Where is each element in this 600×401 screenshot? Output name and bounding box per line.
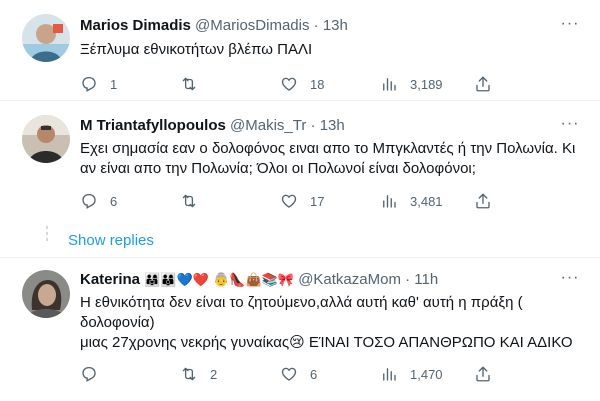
user-handle[interactable]: @MariosDimadis [195,17,309,34]
reply-count: 1 [110,76,118,92]
reply-button[interactable]: 6 [80,191,117,211]
like-count: 18 [310,76,325,92]
more-options-button[interactable]: ··· [557,16,583,38]
reply-button[interactable] [80,364,110,384]
reply-icon [82,193,96,209]
reply-count: 6 [110,193,118,209]
avatar-image [22,270,70,318]
views-button[interactable]: 3,189 [380,74,443,94]
views-icon [383,78,396,91]
timestamp[interactable]: 11h [414,271,438,288]
views-icon [383,368,396,381]
views-button[interactable]: 1,470 [380,364,443,384]
like-count: 6 [310,366,318,382]
retweet-icon [182,194,196,208]
thread-connector [46,238,48,241]
tweet-text-line: Εχει σημασία εαν ο δολοφόνος ειναι απο τ… [80,140,576,157]
tweet-text-line: δολοφονία) [80,314,155,331]
retweet-button[interactable] [180,74,210,94]
show-replies-link[interactable]: Show replies [68,231,154,251]
like-icon [281,77,297,91]
share-icon [476,193,490,209]
tweet-3[interactable]: Katerina 👨‍👩‍👧👨‍👩‍👦💙❤️ 👵👠👜📚🎀 @KatkazaMom… [0,258,600,401]
display-name[interactable]: Katerina [80,271,140,288]
separator-dot: · [405,271,411,288]
timestamp[interactable]: 13h [320,117,345,134]
like-icon [281,367,297,381]
tweet-text-line: Η εθνικότητα δεν είναι το ζητούμενο,αλλά… [80,294,523,311]
tweet-text-line: μιας 27χρονης νεκρής γυναίκας😢 ΕΊΝΑΙ ΤΟΣ… [80,334,573,351]
tweet-actions: 1 18 3,189 [80,74,500,94]
like-count: 17 [310,193,325,209]
name-emojis: 👨‍👩‍👧👨‍👩‍👦💙❤️ 👵👠👜📚🎀 [144,273,295,288]
like-button[interactable]: 17 [280,191,324,211]
display-name[interactable]: M Triantafyllopoulos [80,117,226,134]
display-name[interactable]: Marios Dimadis [80,17,191,34]
tweet-header: Katerina 👨‍👩‍👧👨‍👩‍👦💙❤️ 👵👠👜📚🎀 @KatkazaMom… [80,270,438,291]
separator-dot: · [310,117,316,134]
tweet-header: M Triantafyllopoulos @Makis_Tr · 13h [80,116,345,136]
tweet-actions: 2 6 1,470 [80,364,500,384]
view-count: 1,470 [410,366,443,382]
avatar-image [22,14,70,62]
reply-button[interactable]: 1 [80,74,117,94]
avatar-image [22,115,70,163]
avatar[interactable] [22,14,70,62]
like-icon [281,194,297,208]
views-icon [383,195,396,208]
view-count: 3,481 [410,193,443,209]
timestamp[interactable]: 13h [323,17,348,34]
share-icon [476,366,490,382]
retweet-button[interactable] [180,191,210,211]
tweet-text: Η εθνικότητα δεν είναι το ζητούμενο,αλλά… [80,293,590,353]
user-handle[interactable]: @Makis_Tr [230,117,306,134]
views-button[interactable]: 3,481 [380,191,443,211]
tweet-text: Εχει σημασία εαν ο δολοφόνος ειναι απο τ… [80,139,590,179]
avatar[interactable] [22,270,70,318]
like-button[interactable]: 18 [280,74,324,94]
share-button[interactable] [474,364,492,384]
retweet-button[interactable]: 2 [180,364,217,384]
user-handle[interactable]: @KatkazaMom [298,271,401,288]
more-options-button[interactable]: ··· [557,270,583,292]
tweet-text-line: αν είναι απο την Πολωνία; Όλοι οι Πολωνο… [80,160,476,177]
retweet-icon [182,77,196,91]
tweet-header: Marios Dimadis @MariosDimadis · 13h [80,16,348,36]
reply-icon [82,366,96,382]
share-button[interactable] [474,74,492,94]
separator-dot: · [313,17,319,34]
retweet-icon [182,367,196,381]
share-button[interactable] [474,191,492,211]
tweet-actions: 6 17 3,481 [80,191,500,211]
tweet-text: Ξέπλυμα εθνικοτήτων βλέπω ΠΑΛΙ [80,41,313,58]
thread-connector [46,226,48,229]
more-options-button[interactable]: ··· [557,116,583,138]
view-count: 3,189 [410,76,443,92]
share-icon [476,76,490,92]
retweet-count: 2 [210,366,218,382]
like-button[interactable]: 6 [280,364,317,384]
avatar[interactable] [22,115,70,163]
reply-icon [82,76,96,92]
tweet-1[interactable]: Marios Dimadis @MariosDimadis · 13h ··· … [0,0,600,100]
thread-connector [46,232,48,235]
